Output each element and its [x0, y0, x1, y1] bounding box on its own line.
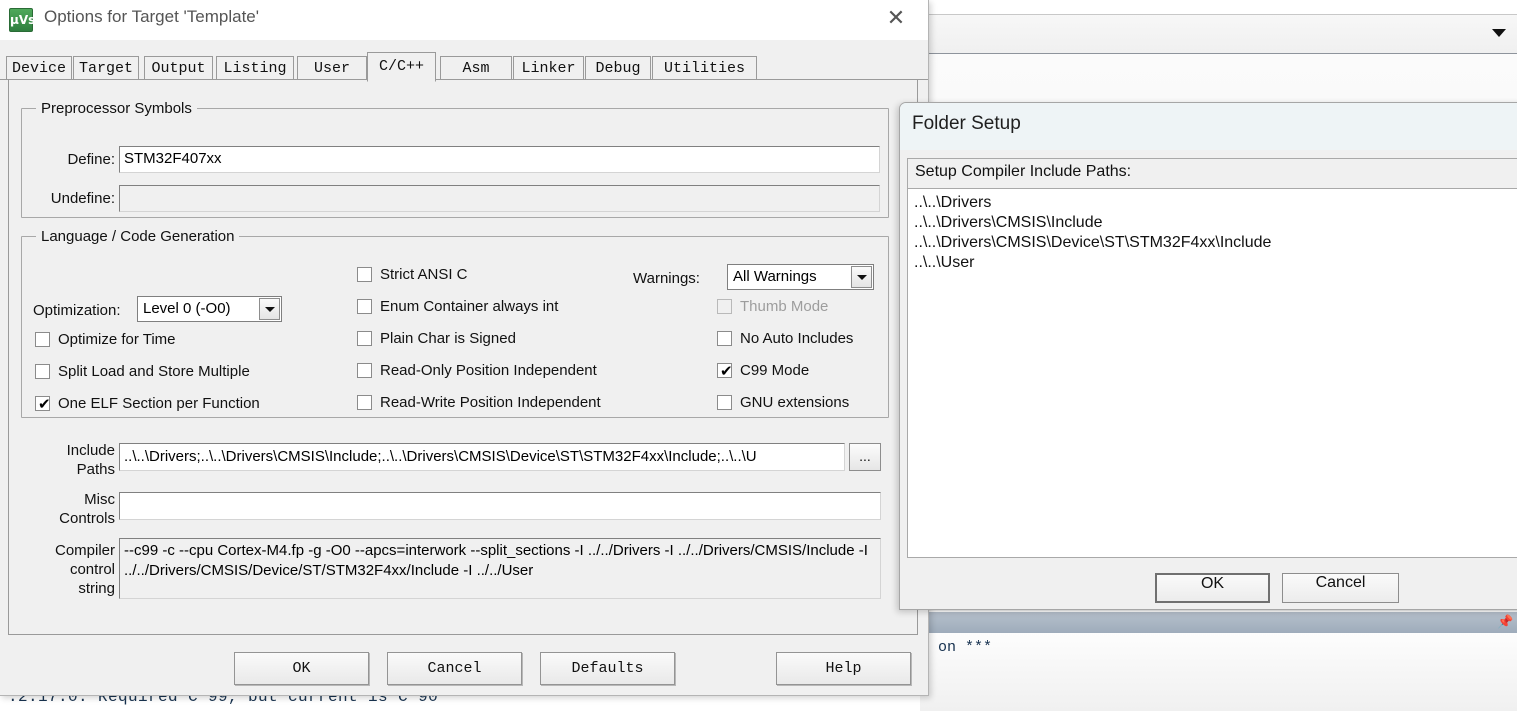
ide-toolbar-strip	[920, 0, 1517, 14]
tab-user[interactable]: User	[297, 56, 367, 80]
tab-output[interactable]: Output	[144, 56, 213, 80]
keil-uvision-icon: µVs	[9, 8, 36, 32]
folder-setup-dialog: Folder Setup Setup Compiler Include Path…	[899, 102, 1517, 610]
undefine-label: Undefine:	[50, 190, 115, 207]
build-output-body: on ***	[920, 633, 1517, 711]
defaults-button[interactable]: Defaults	[540, 652, 675, 685]
optimization-select[interactable]: Level 0 (-O0)	[137, 296, 282, 322]
optimization-chevron-down-icon[interactable]	[259, 298, 280, 320]
folder-setup-titlebar: Folder Setup	[900, 103, 1517, 150]
compiler-control-label-line3: string	[78, 580, 115, 597]
misc-controls-label-line1: Misc	[84, 491, 115, 508]
include-paths-list[interactable]: ..\..\Drivers ..\..\Drivers\CMSIS\Include…	[907, 188, 1517, 558]
tab-c-c[interactable]: C/C++	[367, 52, 436, 82]
cpp-tab-panel: Preprocessor Symbols Define: STM32F407xx…	[8, 80, 918, 635]
checkbox-label: Plain Char is Signed	[380, 330, 516, 347]
checkbox-box: ✔	[35, 395, 51, 413]
options-for-target-dialog: µVs Options for Target 'Template' ✕ Devi…	[0, 0, 929, 696]
checkbox-label: No Auto Includes	[740, 330, 854, 347]
ide-target-combo-row[interactable]	[920, 14, 1517, 55]
checkbox-box	[357, 395, 372, 410]
folder-setup-cancel-button[interactable]: Cancel	[1282, 573, 1399, 603]
tab-device[interactable]: Device	[6, 56, 72, 80]
tab-asm[interactable]: Asm	[440, 56, 512, 80]
setup-compiler-include-paths-label: Setup Compiler Include Paths:	[907, 158, 1517, 188]
help-button[interactable]: Help	[776, 652, 911, 685]
checkbox-box	[717, 331, 732, 346]
checkbox-label: Strict ANSI C	[380, 266, 468, 283]
include-paths-input[interactable]: ..\..\Drivers;..\..\Drivers\CMSIS\Includ…	[119, 443, 845, 471]
list-item[interactable]: ..\..\Drivers\CMSIS\Device\ST\STM32F4xx\…	[914, 233, 1514, 253]
warnings-select[interactable]: All Warnings	[727, 264, 874, 290]
screen-root: 📌 on *** .2.17.0: Required C 99, but cur…	[0, 0, 1517, 711]
checkbox-box	[357, 299, 372, 314]
list-item[interactable]: ..\..\Drivers\CMSIS\Include	[914, 213, 1514, 233]
build-output-header: 📌	[920, 611, 1517, 635]
list-item[interactable]: ..\..\Drivers	[914, 193, 1514, 213]
build-output-line: on ***	[938, 639, 993, 656]
define-label: Define:	[67, 151, 115, 168]
tab-linker[interactable]: Linker	[513, 56, 584, 80]
compiler-control-label-line2: control	[69, 561, 115, 578]
optimization-value: Level 0 (-O0)	[143, 300, 231, 317]
pin-icon[interactable]: 📌	[1497, 615, 1513, 631]
checkbox-label: Read-Write Position Independent	[380, 394, 601, 411]
language-code-generation-legend: Language / Code Generation	[36, 228, 240, 245]
checkbox-box	[717, 299, 732, 314]
checkbox-box	[357, 267, 372, 282]
warnings-label: Warnings:	[633, 270, 700, 287]
checkbox-label: GNU extensions	[740, 394, 850, 411]
misc-controls-label-line2: Controls	[59, 510, 115, 527]
include-paths-label-line1: Include	[66, 442, 115, 459]
ok-button[interactable]: OK	[234, 652, 369, 685]
tab-target[interactable]: Target	[73, 56, 139, 80]
checkbox-box	[717, 395, 732, 410]
warnings-value: All Warnings	[733, 268, 817, 285]
folder-setup-ok-button[interactable]: OK	[1155, 573, 1270, 603]
chevron-down-icon[interactable]	[1492, 29, 1506, 37]
checkbox-label: Read-Only Position Independent	[380, 362, 597, 379]
preprocessor-symbols-legend: Preprocessor Symbols	[36, 100, 197, 117]
optimization-label: Optimization:	[33, 302, 121, 319]
include-paths-browse-button[interactable]: ...	[849, 443, 881, 471]
include-paths-label-line2: Paths	[76, 461, 115, 478]
tab-listing[interactable]: Listing	[216, 56, 294, 80]
checkbox-box	[357, 331, 372, 346]
folder-setup-title: Folder Setup	[912, 113, 1021, 134]
cancel-button[interactable]: Cancel	[387, 652, 522, 685]
options-tabstrip: Device Target Output Listing User C/C++ Asm Lin…	[0, 52, 928, 82]
check-icon: ✔	[38, 395, 51, 413]
compiler-control-string-output: --c99 -c --cpu Cortex-M4.fp -g -O0 --apc…	[119, 538, 881, 599]
warnings-chevron-down-icon[interactable]	[851, 266, 872, 288]
tab-utilities[interactable]: Utilities	[652, 56, 757, 80]
page-title: Options for Target 'Template'	[44, 7, 260, 26]
misc-controls-input[interactable]	[119, 492, 881, 520]
checkbox-box: ✔	[717, 362, 733, 380]
options-titlebar: µVs Options for Target 'Template' ✕	[0, 0, 928, 40]
checkbox-label: C99 Mode	[740, 362, 810, 379]
list-item[interactable]: ..\..\User	[914, 253, 1514, 273]
undefine-input[interactable]	[119, 185, 880, 212]
checkbox-box	[35, 364, 50, 379]
check-icon: ✔	[720, 362, 733, 380]
checkbox-box	[357, 363, 372, 378]
compiler-control-label-line1: Compiler	[54, 542, 115, 559]
keil-uvision-icon-text: µVs	[10, 13, 36, 27]
define-input[interactable]: STM32F407xx	[119, 146, 880, 173]
checkbox-box	[35, 332, 50, 347]
checkbox-label: Split Load and Store Multiple	[58, 363, 250, 380]
checkbox-label: One ELF Section per Function	[58, 395, 260, 412]
checkbox-label: Enum Container always int	[380, 298, 559, 315]
close-icon[interactable]: ✕	[874, 4, 918, 34]
checkbox-label: Optimize for Time	[58, 331, 176, 348]
checkbox-label: Thumb Mode	[740, 298, 829, 315]
tab-debug[interactable]: Debug	[585, 56, 651, 80]
